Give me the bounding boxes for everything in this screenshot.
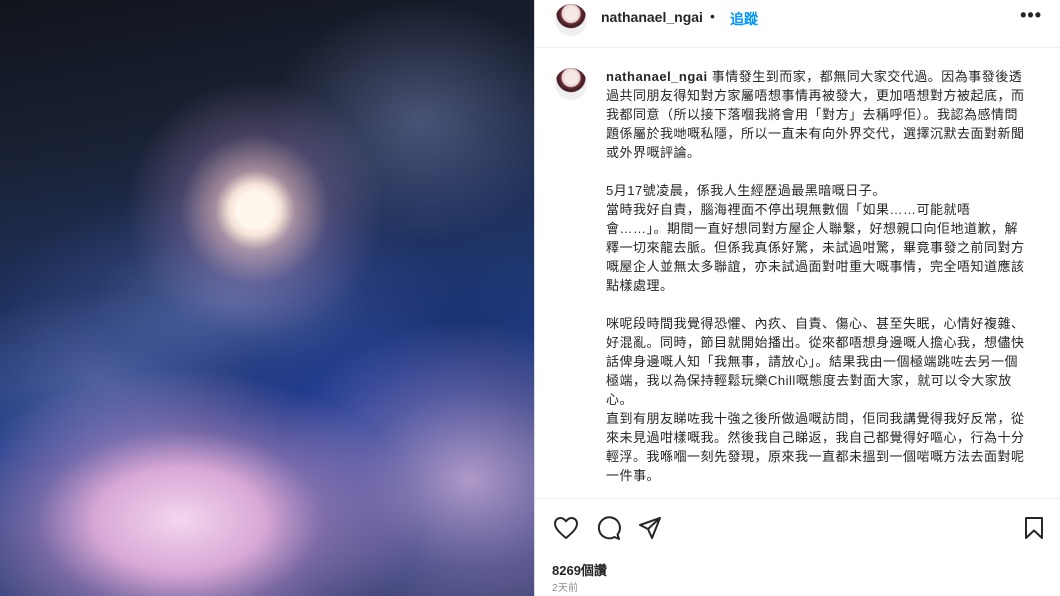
caption: nathanael_ngai 事情發生到而家，都無同大家交代過。因為事發後透過共…: [606, 67, 1026, 498]
follow-button[interactable]: 追蹤: [730, 9, 758, 29]
avatar[interactable]: [555, 4, 587, 36]
separator-dot: •: [710, 8, 715, 24]
caption-paragraph: 5月17號凌晨，係我人生經歷過最黑暗嘅日子。 當時我好自責，腦海裡面不停出現無數…: [606, 183, 1025, 293]
heart-icon[interactable]: [553, 516, 579, 545]
caption-first-paragraph: nathanael_ngai 事情發生到而家，都無同大家交代過。因為事發後透過共…: [606, 67, 1026, 162]
post-timestamp[interactable]: 2天前: [552, 579, 578, 594]
caption-username[interactable]: nathanael_ngai: [606, 69, 708, 84]
caption-paragraph: 咪呢段時間我覺得恐懼、內疚、自責、傷心、甚至失眠，心情好複雜、好混亂。同時，節目…: [606, 316, 1025, 483]
share-icon[interactable]: [638, 516, 662, 545]
caption-avatar[interactable]: [555, 68, 587, 100]
username-link[interactable]: nathanael_ngai: [601, 9, 703, 25]
action-bar: [535, 504, 1060, 548]
comment-icon[interactable]: [595, 516, 621, 545]
like-count[interactable]: 8269個讚: [552, 560, 607, 579]
post-image[interactable]: [0, 0, 534, 596]
bookmark-icon[interactable]: [1023, 516, 1045, 545]
caption-area[interactable]: nathanael_ngai 事情發生到而家，都無同大家交代過。因為事發後透過共…: [535, 48, 1060, 499]
post-header: nathanael_ngai • 追蹤 •••: [535, 0, 1060, 48]
more-options-icon[interactable]: •••: [1020, 5, 1042, 26]
